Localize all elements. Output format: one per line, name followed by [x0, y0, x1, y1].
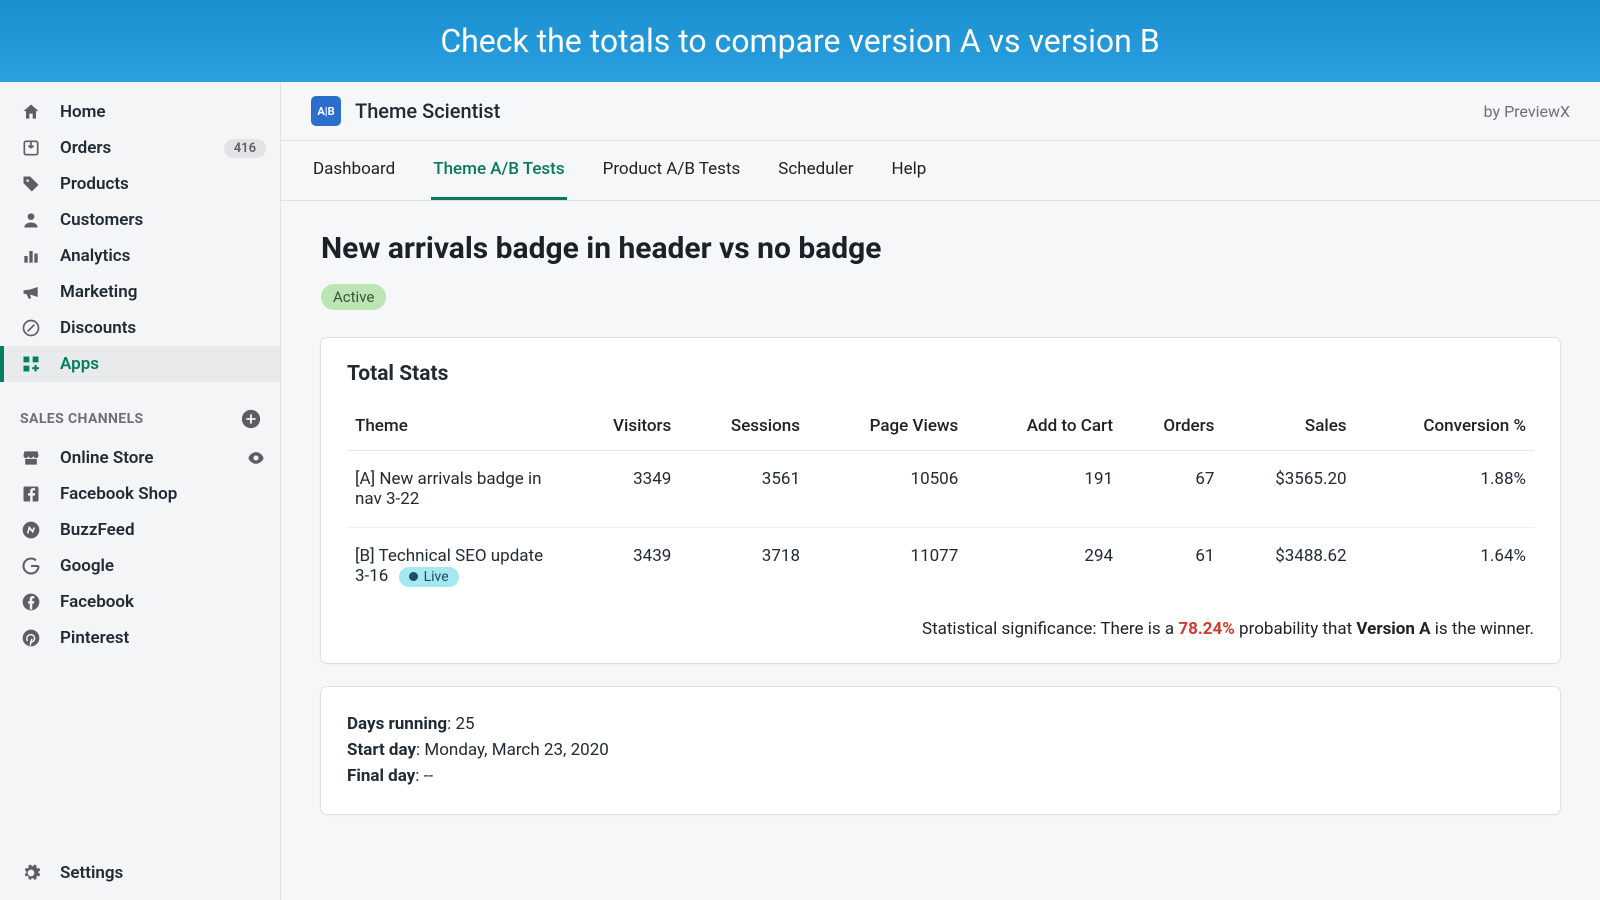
person-icon	[20, 209, 42, 231]
tab-product-ab-tests[interactable]: Product A/B Tests	[601, 141, 743, 200]
orders-badge: 416	[224, 139, 266, 158]
buzzfeed-icon	[20, 519, 42, 541]
sidebar: Home Orders 416 Products Customers Analy…	[0, 82, 281, 900]
live-dot-icon	[409, 572, 418, 581]
sidebar-item-label: Marketing	[60, 282, 266, 302]
inbox-icon	[20, 137, 42, 159]
channel-online-store[interactable]: Online Store	[0, 440, 280, 476]
cell-sessions: 3561	[679, 451, 808, 528]
sidebar-item-settings[interactable]: Settings	[0, 855, 280, 900]
channel-label: Facebook Shop	[60, 484, 266, 504]
cell-page-views: 11077	[808, 528, 966, 605]
col-orders: Orders	[1121, 404, 1222, 451]
table-row: [B] Technical SEO update 3-16 Live 3439 …	[347, 528, 1534, 605]
col-page-views: Page Views	[808, 404, 966, 451]
tab-help[interactable]: Help	[890, 141, 929, 200]
cell-visitors: 3439	[567, 528, 679, 605]
sidebar-item-home[interactable]: Home	[0, 94, 280, 130]
tab-bar: Dashboard Theme A/B Tests Product A/B Te…	[281, 141, 1600, 201]
sidebar-item-products[interactable]: Products	[0, 166, 280, 202]
tag-icon	[20, 173, 42, 195]
tab-theme-ab-tests[interactable]: Theme A/B Tests	[431, 141, 566, 200]
table-row: [A] New arrivals badge in nav 3-22 3349 …	[347, 451, 1534, 528]
apps-icon	[20, 353, 42, 375]
cell-sessions: 3718	[679, 528, 808, 605]
channel-label: Google	[60, 556, 266, 576]
channel-facebook[interactable]: Facebook	[0, 584, 280, 620]
sidebar-item-label: Products	[60, 174, 266, 194]
sidebar-item-label: Settings	[60, 863, 266, 883]
sidebar-item-orders[interactable]: Orders 416	[0, 130, 280, 166]
sales-channels-header: SALES CHANNELS	[20, 411, 144, 427]
eye-icon[interactable]	[246, 448, 266, 468]
col-visitors: Visitors	[567, 404, 679, 451]
sidebar-item-label: Customers	[60, 210, 266, 230]
theme-name: [A] New arrivals badge in nav 3-22	[355, 469, 542, 509]
channel-label: Pinterest	[60, 628, 266, 648]
cell-orders: 61	[1121, 528, 1222, 605]
channel-label: Facebook	[60, 592, 266, 612]
cell-orders: 67	[1121, 451, 1222, 528]
meta-card: Days running: 25 Start day: Monday, Marc…	[321, 687, 1560, 814]
channel-buzzfeed[interactable]: BuzzFeed	[0, 512, 280, 548]
sidebar-item-marketing[interactable]: Marketing	[0, 274, 280, 310]
sidebar-item-label: Orders	[60, 138, 206, 158]
add-channel-button[interactable]	[240, 408, 262, 430]
stats-table: Theme Visitors Sessions Page Views Add t…	[347, 404, 1534, 605]
sidebar-item-discounts[interactable]: Discounts	[0, 310, 280, 346]
stats-heading: Total Stats	[347, 362, 1534, 386]
sidebar-item-apps[interactable]: Apps	[0, 346, 280, 382]
col-theme: Theme	[347, 404, 567, 451]
sidebar-item-label: Discounts	[60, 318, 266, 338]
app-header: A|B Theme Scientist by PreviewX	[281, 82, 1600, 141]
promo-banner: Check the totals to compare version A vs…	[0, 0, 1600, 82]
app-byline: by PreviewX	[1484, 102, 1570, 121]
tab-scheduler[interactable]: Scheduler	[776, 141, 855, 200]
cell-visitors: 3349	[567, 451, 679, 528]
sidebar-item-customers[interactable]: Customers	[0, 202, 280, 238]
total-stats-card: Total Stats Theme Visitors Sessions Page…	[321, 338, 1560, 663]
col-add-to-cart: Add to Cart	[966, 404, 1121, 451]
store-icon	[20, 447, 42, 469]
cell-page-views: 10506	[808, 451, 966, 528]
live-badge: Live	[399, 567, 459, 587]
col-conversion: Conversion %	[1355, 404, 1534, 451]
sidebar-item-label: Analytics	[60, 246, 266, 266]
cell-sales: $3488.62	[1222, 528, 1354, 605]
sidebar-item-label: Home	[60, 102, 266, 122]
status-badge: Active	[321, 284, 386, 310]
bar-chart-icon	[20, 245, 42, 267]
cell-sales: $3565.20	[1222, 451, 1354, 528]
tab-dashboard[interactable]: Dashboard	[311, 141, 397, 200]
app-name: Theme Scientist	[355, 99, 500, 123]
gear-icon	[20, 862, 42, 884]
google-icon	[20, 555, 42, 577]
cell-add-to-cart: 191	[966, 451, 1121, 528]
cell-add-to-cart: 294	[966, 528, 1121, 605]
channel-label: BuzzFeed	[60, 520, 266, 540]
cell-conversion: 1.64%	[1355, 528, 1534, 605]
channel-facebook-shop[interactable]: Facebook Shop	[0, 476, 280, 512]
megaphone-icon	[20, 281, 42, 303]
pinterest-icon	[20, 627, 42, 649]
sidebar-item-analytics[interactable]: Analytics	[0, 238, 280, 274]
main-content: A|B Theme Scientist by PreviewX Dashboar…	[281, 82, 1600, 900]
page-title: New arrivals badge in header vs no badge	[321, 231, 1560, 266]
col-sessions: Sessions	[679, 404, 808, 451]
app-logo: A|B	[311, 96, 341, 126]
channel-pinterest[interactable]: Pinterest	[0, 620, 280, 656]
facebook-square-icon	[20, 483, 42, 505]
channel-label: Online Store	[60, 448, 228, 468]
col-sales: Sales	[1222, 404, 1354, 451]
channel-google[interactable]: Google	[0, 548, 280, 584]
cell-conversion: 1.88%	[1355, 451, 1534, 528]
facebook-icon	[20, 591, 42, 613]
statistical-significance: Statistical significance: There is a 78.…	[347, 605, 1534, 639]
home-icon	[20, 101, 42, 123]
sidebar-item-label: Apps	[60, 354, 266, 374]
discount-icon	[20, 317, 42, 339]
